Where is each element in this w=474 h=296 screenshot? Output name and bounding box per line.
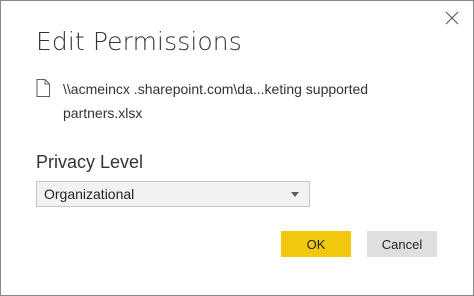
dialog-title: Edit Permissions	[36, 27, 242, 56]
privacy-level-select[interactable]: Organizational	[36, 181, 310, 207]
privacy-level-label: Privacy Level	[36, 152, 144, 172]
close-button[interactable]	[445, 11, 459, 25]
edit-permissions-dialog: Edit Permissions \\acmeincx .sharepoint.…	[0, 0, 474, 296]
file-icon	[36, 79, 50, 97]
chevron-down-icon	[291, 192, 299, 197]
cancel-button[interactable]: Cancel	[367, 231, 437, 257]
privacy-level-value: Organizational	[44, 186, 135, 202]
file-path: \\acmeincx .sharepoint.com\da...keting s…	[63, 81, 369, 121]
close-icon	[445, 11, 459, 25]
ok-button[interactable]: OK	[281, 231, 351, 257]
